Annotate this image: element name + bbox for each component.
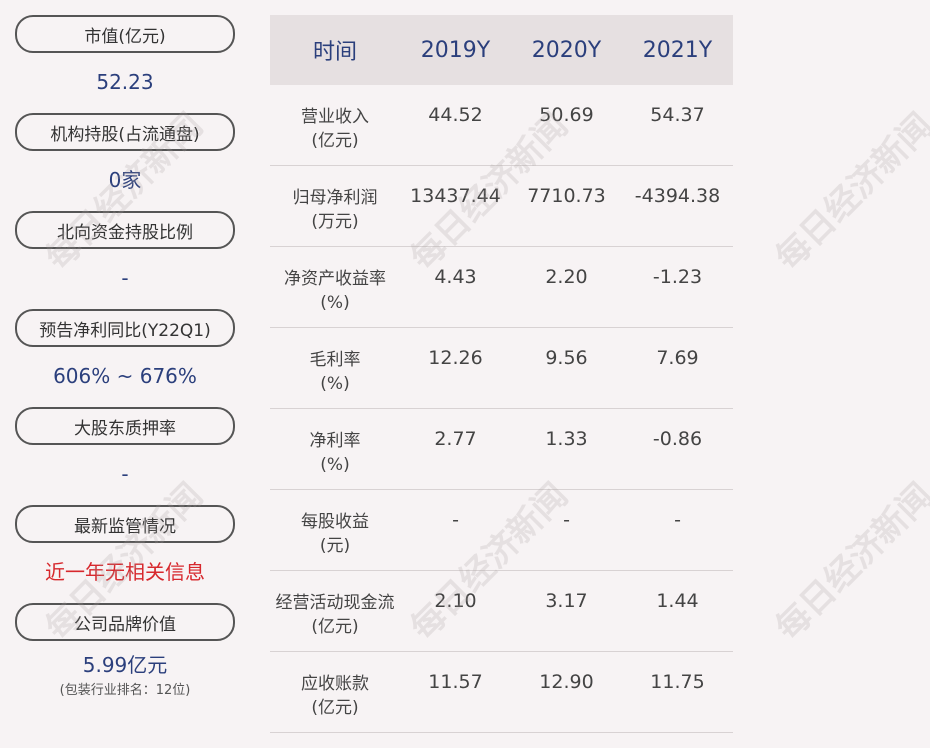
row-unit: (亿元) bbox=[311, 617, 359, 637]
row-value: - bbox=[563, 509, 570, 531]
metric-label: 最新监管情况 bbox=[15, 505, 235, 543]
row-label: 毛利率 bbox=[309, 350, 361, 370]
row-metric-name: 经营活动现金流 (亿元) bbox=[270, 571, 400, 651]
row-metric-name: 应收账款 (亿元) bbox=[270, 652, 400, 732]
row-value: 4.43 bbox=[434, 266, 477, 288]
header-year: 2021Y bbox=[642, 37, 713, 63]
header-year: 2020Y bbox=[531, 37, 602, 63]
metric-market-cap: 市值(亿元) 52.23 bbox=[15, 15, 235, 113]
row-unit: (亿元) bbox=[311, 698, 359, 718]
row-metric-name: 净资产收益率 (%) bbox=[270, 247, 400, 327]
metric-value: 0家 bbox=[108, 168, 142, 192]
table-row: 毛利率 (%) 12.26 9.56 7.69 bbox=[270, 328, 733, 409]
row-value: -0.86 bbox=[652, 428, 703, 450]
row-unit: (%) bbox=[320, 293, 350, 313]
row-value: 7.69 bbox=[656, 347, 699, 369]
row-metric-name: 营业收入 (亿元) bbox=[270, 85, 400, 165]
table-row: 净利率 (%) 2.77 1.33 -0.86 bbox=[270, 409, 733, 490]
metric-value: - bbox=[121, 462, 129, 486]
metric-label: 大股东质押率 bbox=[15, 407, 235, 445]
metric-value: 5.99亿元 bbox=[82, 653, 168, 677]
watermark: 每日经济新闻 bbox=[768, 105, 930, 279]
row-label: 每股收益 bbox=[301, 512, 369, 532]
left-panel: 市值(亿元) 52.23 机构持股(占流通盘) 0家 北向资金持股比例 - 预告… bbox=[15, 15, 235, 701]
row-value: -1.23 bbox=[652, 266, 703, 288]
row-value: 11.57 bbox=[428, 671, 483, 693]
metric-value: 606% ~ 676% bbox=[53, 364, 197, 388]
row-value: 13437.44 bbox=[410, 185, 501, 207]
table-row: 应收账款 (亿元) 11.57 12.90 11.75 bbox=[270, 652, 733, 733]
row-value: 7710.73 bbox=[527, 185, 606, 207]
row-metric-name: 净利率 (%) bbox=[270, 409, 400, 489]
table-row: 归母净利润 (万元) 13437.44 7710.73 -4394.38 bbox=[270, 166, 733, 247]
row-unit: (亿元) bbox=[311, 131, 359, 151]
metric-value: 52.23 bbox=[96, 70, 154, 94]
table-header: 时间 2019Y 2020Y 2021Y bbox=[270, 15, 733, 85]
row-value: 44.52 bbox=[428, 104, 483, 126]
row-unit: (%) bbox=[320, 374, 350, 394]
row-value: -4394.38 bbox=[634, 185, 721, 207]
metric-institution-holding: 机构持股(占流通盘) 0家 bbox=[15, 113, 235, 211]
metric-value: - bbox=[121, 266, 129, 290]
metric-value: 近一年无相关信息 bbox=[45, 560, 205, 584]
row-value: 9.56 bbox=[545, 347, 588, 369]
row-value: 12.26 bbox=[428, 347, 483, 369]
financial-table: 时间 2019Y 2020Y 2021Y 营业收入 (亿元) 44.52 50.69 5… bbox=[270, 15, 733, 733]
row-unit: (元) bbox=[319, 536, 351, 556]
table-row: 净资产收益率 (%) 4.43 2.20 -1.23 bbox=[270, 247, 733, 328]
metric-subnote: (包装行业排名：12位) bbox=[59, 683, 191, 698]
table-row: 每股收益 (元) - - - bbox=[270, 490, 733, 571]
row-value: - bbox=[452, 509, 459, 531]
row-label: 净资产收益率 bbox=[284, 269, 386, 289]
metric-northbound-ratio: 北向资金持股比例 - bbox=[15, 211, 235, 309]
row-value: 1.44 bbox=[656, 590, 699, 612]
metric-label: 预告净利同比(Y22Q1) bbox=[15, 309, 235, 347]
metric-brand-value: 公司品牌价值 5.99亿元 (包装行业排名：12位) bbox=[15, 603, 235, 701]
row-value: 50.69 bbox=[539, 104, 594, 126]
metric-profit-forecast: 预告净利同比(Y22Q1) 606% ~ 676% bbox=[15, 309, 235, 407]
header-year: 2019Y bbox=[420, 37, 491, 63]
metric-regulation: 最新监管情况 近一年无相关信息 bbox=[15, 505, 235, 603]
metric-label: 公司品牌价值 bbox=[15, 603, 235, 641]
metric-pledge-ratio: 大股东质押率 - bbox=[15, 407, 235, 505]
row-value: 3.17 bbox=[545, 590, 588, 612]
row-metric-name: 毛利率 (%) bbox=[270, 328, 400, 408]
row-metric-name: 每股收益 (元) bbox=[270, 490, 400, 570]
row-value: 2.20 bbox=[545, 266, 588, 288]
row-label: 经营活动现金流 bbox=[275, 593, 395, 613]
row-unit: (万元) bbox=[311, 212, 359, 232]
row-value: 54.37 bbox=[650, 104, 705, 126]
table-row: 经营活动现金流 (亿元) 2.10 3.17 1.44 bbox=[270, 571, 733, 652]
row-value: 12.90 bbox=[539, 671, 594, 693]
row-label: 应收账款 bbox=[301, 674, 369, 694]
row-label: 归母净利润 bbox=[292, 188, 378, 208]
watermark: 每日经济新闻 bbox=[768, 475, 930, 649]
row-value: 2.10 bbox=[434, 590, 477, 612]
row-value: - bbox=[674, 509, 681, 531]
metric-label: 北向资金持股比例 bbox=[15, 211, 235, 249]
row-value: 11.75 bbox=[650, 671, 705, 693]
row-value: 2.77 bbox=[434, 428, 477, 450]
metric-label: 机构持股(占流通盘) bbox=[15, 113, 235, 151]
metric-label: 市值(亿元) bbox=[15, 15, 235, 53]
row-value: 1.33 bbox=[545, 428, 588, 450]
header-time: 时间 bbox=[312, 40, 357, 65]
row-unit: (%) bbox=[320, 455, 350, 475]
row-label: 净利率 bbox=[309, 431, 361, 451]
table-row: 营业收入 (亿元) 44.52 50.69 54.37 bbox=[270, 85, 733, 166]
row-metric-name: 归母净利润 (万元) bbox=[270, 166, 400, 246]
row-label: 营业收入 bbox=[301, 107, 369, 127]
